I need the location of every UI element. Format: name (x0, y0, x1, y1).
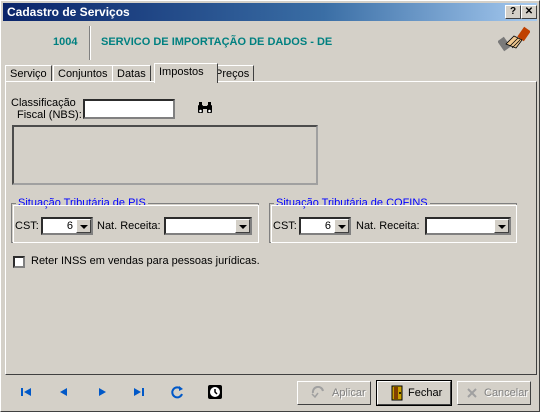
title-bar: Cadastro de Serviços ? ✕ (3, 3, 537, 21)
help-button[interactable]: ? (505, 5, 521, 19)
last-record-icon[interactable] (128, 381, 150, 403)
pis-cst-value: 6 (66, 220, 73, 232)
cofins-cst-value: 6 (324, 220, 331, 232)
service-code: 1004 (53, 36, 78, 48)
reter-inss-checkbox[interactable] (13, 256, 25, 268)
pis-cst-select[interactable]: 6 (41, 217, 93, 235)
close-button[interactable]: ✕ (521, 5, 537, 19)
chevron-down-icon[interactable] (334, 219, 349, 233)
chevron-down-icon[interactable] (235, 219, 250, 233)
cofins-cst-label: CST: (273, 220, 297, 232)
classificacao-description-box (12, 125, 318, 185)
chevron-down-icon[interactable] (494, 219, 509, 233)
cofins-nat-receita-select[interactable] (425, 217, 511, 235)
service-header: 1004 SERVICO DE IMPORTAÇÃO DE DADOS - DE (3, 22, 537, 62)
pis-nat-receita-select[interactable] (164, 217, 252, 235)
door-icon (391, 385, 403, 401)
window: Cadastro de Serviços ? ✕ 1004 SERVICO DE… (0, 0, 540, 412)
classificacao-label-line2: Fiscal (NBS): (17, 109, 82, 121)
refresh-icon[interactable] (166, 381, 188, 403)
cofins-group-legend: Situação Tributária de COFINS (274, 197, 430, 209)
first-record-icon[interactable] (15, 381, 37, 403)
tab-datas[interactable]: Datas (112, 65, 151, 82)
window-title: Cadastro de Serviços (7, 5, 130, 19)
binoculars-search-icon[interactable] (197, 102, 213, 114)
aplicar-button[interactable]: Aplicar (297, 381, 371, 405)
header-divider (89, 26, 91, 60)
cofins-cst-select[interactable]: 6 (299, 217, 351, 235)
tab-servico[interactable]: Serviço (5, 65, 52, 82)
classificacao-label-line1: Classificação (11, 97, 76, 109)
history-icon[interactable] (204, 381, 226, 403)
tab-conjuntos[interactable]: Conjuntos (53, 65, 113, 82)
reter-inss-label[interactable]: Reter INSS em vendas para pessoas jurídi… (31, 255, 260, 267)
handshake-icon (498, 26, 530, 52)
pis-cst-label: CST: (15, 220, 39, 232)
classificacao-fiscal-input[interactable] (83, 99, 175, 119)
cancel-x-icon (467, 388, 477, 398)
pis-group-legend: Situação Tributária de PIS (16, 197, 148, 209)
next-record-icon[interactable] (91, 381, 113, 403)
service-name: SERVICO DE IMPORTAÇÃO DE DADOS - DE (101, 36, 333, 48)
tab-impostos[interactable]: Impostos (154, 63, 218, 83)
fechar-button[interactable]: Fechar (376, 380, 452, 406)
cancelar-button[interactable]: Cancelar (457, 381, 531, 405)
aplicar-label: Aplicar (332, 387, 366, 399)
cofins-nat-receita-label: Nat. Receita: (356, 220, 420, 232)
pis-nat-receita-label: Nat. Receita: (97, 220, 161, 232)
cancelar-label: Cancelar (484, 387, 529, 399)
apply-icon (311, 386, 324, 399)
previous-record-icon[interactable] (53, 381, 75, 403)
fechar-label: Fechar (408, 387, 443, 399)
chevron-down-icon[interactable] (76, 219, 91, 233)
